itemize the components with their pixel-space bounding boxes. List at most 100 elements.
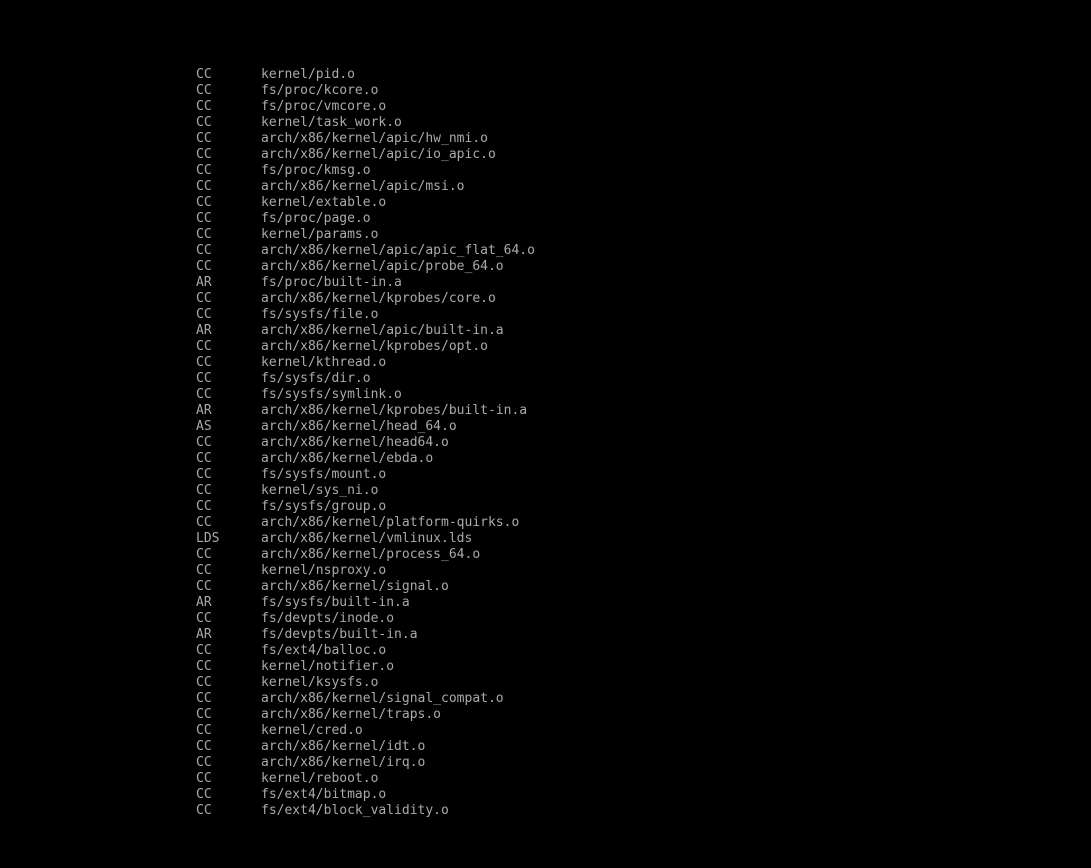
build-command: CC [196, 723, 212, 738]
log-line: CC arch/x86/kernel/irq.o [196, 755, 535, 771]
build-command: CC [196, 371, 212, 386]
build-command: AS [196, 419, 212, 434]
object-path: fs/proc/vmcore.o [261, 99, 387, 114]
log-line: AR arch/x86/kernel/kprobes/built-in.a [196, 403, 535, 419]
log-line: AR fs/sysfs/built-in.a [196, 595, 535, 611]
build-command: CC [196, 659, 212, 674]
build-command: CC [196, 611, 212, 626]
object-path: fs/sysfs/group.o [261, 499, 387, 514]
build-command: CC [196, 787, 212, 802]
build-command: AR [196, 323, 212, 338]
log-line: CC arch/x86/kernel/traps.o [196, 707, 535, 723]
log-line: CC arch/x86/kernel/apic/io_apic.o [196, 147, 535, 163]
object-path: kernel/params.o [261, 227, 379, 242]
build-command: CC [196, 83, 212, 98]
build-command: AR [196, 595, 212, 610]
log-line: CC fs/proc/page.o [196, 211, 535, 227]
build-command: CC [196, 227, 212, 242]
build-command: CC [196, 307, 212, 322]
log-line: CC kernel/pid.o [196, 67, 535, 83]
object-path: fs/ext4/bitmap.o [261, 787, 387, 802]
log-line: CC fs/proc/vmcore.o [196, 99, 535, 115]
log-line: CC arch/x86/kernel/apic/probe_64.o [196, 259, 535, 275]
object-path: fs/devpts/inode.o [261, 611, 395, 626]
log-line: CC fs/proc/kcore.o [196, 83, 535, 99]
object-path: kernel/task_work.o [261, 115, 402, 130]
build-command: CC [196, 707, 212, 722]
object-path: kernel/reboot.o [261, 771, 379, 786]
object-path: kernel/extable.o [261, 195, 387, 210]
log-line: AR arch/x86/kernel/apic/built-in.a [196, 323, 535, 339]
log-line: CC arch/x86/kernel/signal.o [196, 579, 535, 595]
object-path: arch/x86/kernel/apic/hw_nmi.o [261, 131, 488, 146]
object-path: kernel/sys_ni.o [261, 483, 379, 498]
log-line: CC arch/x86/kernel/ebda.o [196, 451, 535, 467]
log-line: AR fs/devpts/built-in.a [196, 627, 535, 643]
log-line: CC fs/sysfs/group.o [196, 499, 535, 515]
object-path: arch/x86/kernel/idt.o [261, 739, 426, 754]
object-path: arch/x86/kernel/vmlinux.lds [261, 531, 473, 546]
object-path: kernel/ksysfs.o [261, 675, 379, 690]
build-command: AR [196, 627, 212, 642]
object-path: fs/sysfs/mount.o [261, 467, 387, 482]
object-path: arch/x86/kernel/head_64.o [261, 419, 457, 434]
build-output-log: CC kernel/pid.o CC fs/proc/kcore.o CC fs/proc… [196, 67, 535, 819]
log-line: CC fs/proc/kmsg.o [196, 163, 535, 179]
build-command: CC [196, 67, 212, 82]
build-command: CC [196, 131, 212, 146]
object-path: arch/x86/kernel/apic/probe_64.o [261, 259, 504, 274]
object-path: arch/x86/kernel/platform-quirks.o [261, 515, 520, 530]
object-path: fs/sysfs/dir.o [261, 371, 371, 386]
object-path: fs/proc/kmsg.o [261, 163, 371, 178]
log-line: CC kernel/extable.o [196, 195, 535, 211]
object-path: arch/x86/kernel/process_64.o [261, 547, 481, 562]
build-command: CC [196, 515, 212, 530]
log-line: CC kernel/notifier.o [196, 659, 535, 675]
build-command: AR [196, 403, 212, 418]
object-path: fs/ext4/block_validity.o [261, 803, 449, 818]
object-path: arch/x86/kernel/signal_compat.o [261, 691, 504, 706]
build-command: CC [196, 147, 212, 162]
log-line: CC arch/x86/kernel/kprobes/opt.o [196, 339, 535, 355]
build-command: CC [196, 179, 212, 194]
build-command: CC [196, 579, 212, 594]
log-line: AR fs/proc/built-in.a [196, 275, 535, 291]
object-path: arch/x86/kernel/kprobes/opt.o [261, 339, 488, 354]
object-path: arch/x86/kernel/head64.o [261, 435, 449, 450]
log-line: CC fs/sysfs/file.o [196, 307, 535, 323]
build-command: CC [196, 675, 212, 690]
log-line: CC kernel/reboot.o [196, 771, 535, 787]
object-path: arch/x86/kernel/apic/io_apic.o [261, 147, 496, 162]
build-command: CC [196, 563, 212, 578]
object-path: arch/x86/kernel/ebda.o [261, 451, 434, 466]
log-line: CC arch/x86/kernel/apic/msi.o [196, 179, 535, 195]
build-command: CC [196, 643, 212, 658]
log-line: CC fs/ext4/balloc.o [196, 643, 535, 659]
object-path: arch/x86/kernel/kprobes/core.o [261, 291, 496, 306]
object-path: fs/sysfs/symlink.o [261, 387, 402, 402]
terminal-screen[interactable]: CC kernel/pid.o CC fs/proc/kcore.o CC fs/proc… [0, 0, 1091, 868]
object-path: arch/x86/kernel/irq.o [261, 755, 426, 770]
build-command: CC [196, 467, 212, 482]
build-command: CC [196, 163, 212, 178]
build-command: CC [196, 483, 212, 498]
object-path: arch/x86/kernel/signal.o [261, 579, 449, 594]
build-command: CC [196, 99, 212, 114]
build-command: CC [196, 243, 212, 258]
log-line: CC fs/sysfs/symlink.o [196, 387, 535, 403]
object-path: kernel/pid.o [261, 67, 355, 82]
object-path: arch/x86/kernel/traps.o [261, 707, 442, 722]
log-line: CC kernel/task_work.o [196, 115, 535, 131]
build-command: LDS [196, 531, 220, 546]
object-path: arch/x86/kernel/apic/apic_flat_64.o [261, 243, 535, 258]
object-path: kernel/cred.o [261, 723, 363, 738]
log-line: CC arch/x86/kernel/kprobes/core.o [196, 291, 535, 307]
build-command: CC [196, 755, 212, 770]
build-command: CC [196, 211, 212, 226]
log-line: CC fs/ext4/block_validity.o [196, 803, 535, 819]
log-line: CC fs/ext4/bitmap.o [196, 787, 535, 803]
log-line: CC kernel/cred.o [196, 723, 535, 739]
build-command: CC [196, 435, 212, 450]
log-line: AS arch/x86/kernel/head_64.o [196, 419, 535, 435]
object-path: fs/proc/kcore.o [261, 83, 379, 98]
